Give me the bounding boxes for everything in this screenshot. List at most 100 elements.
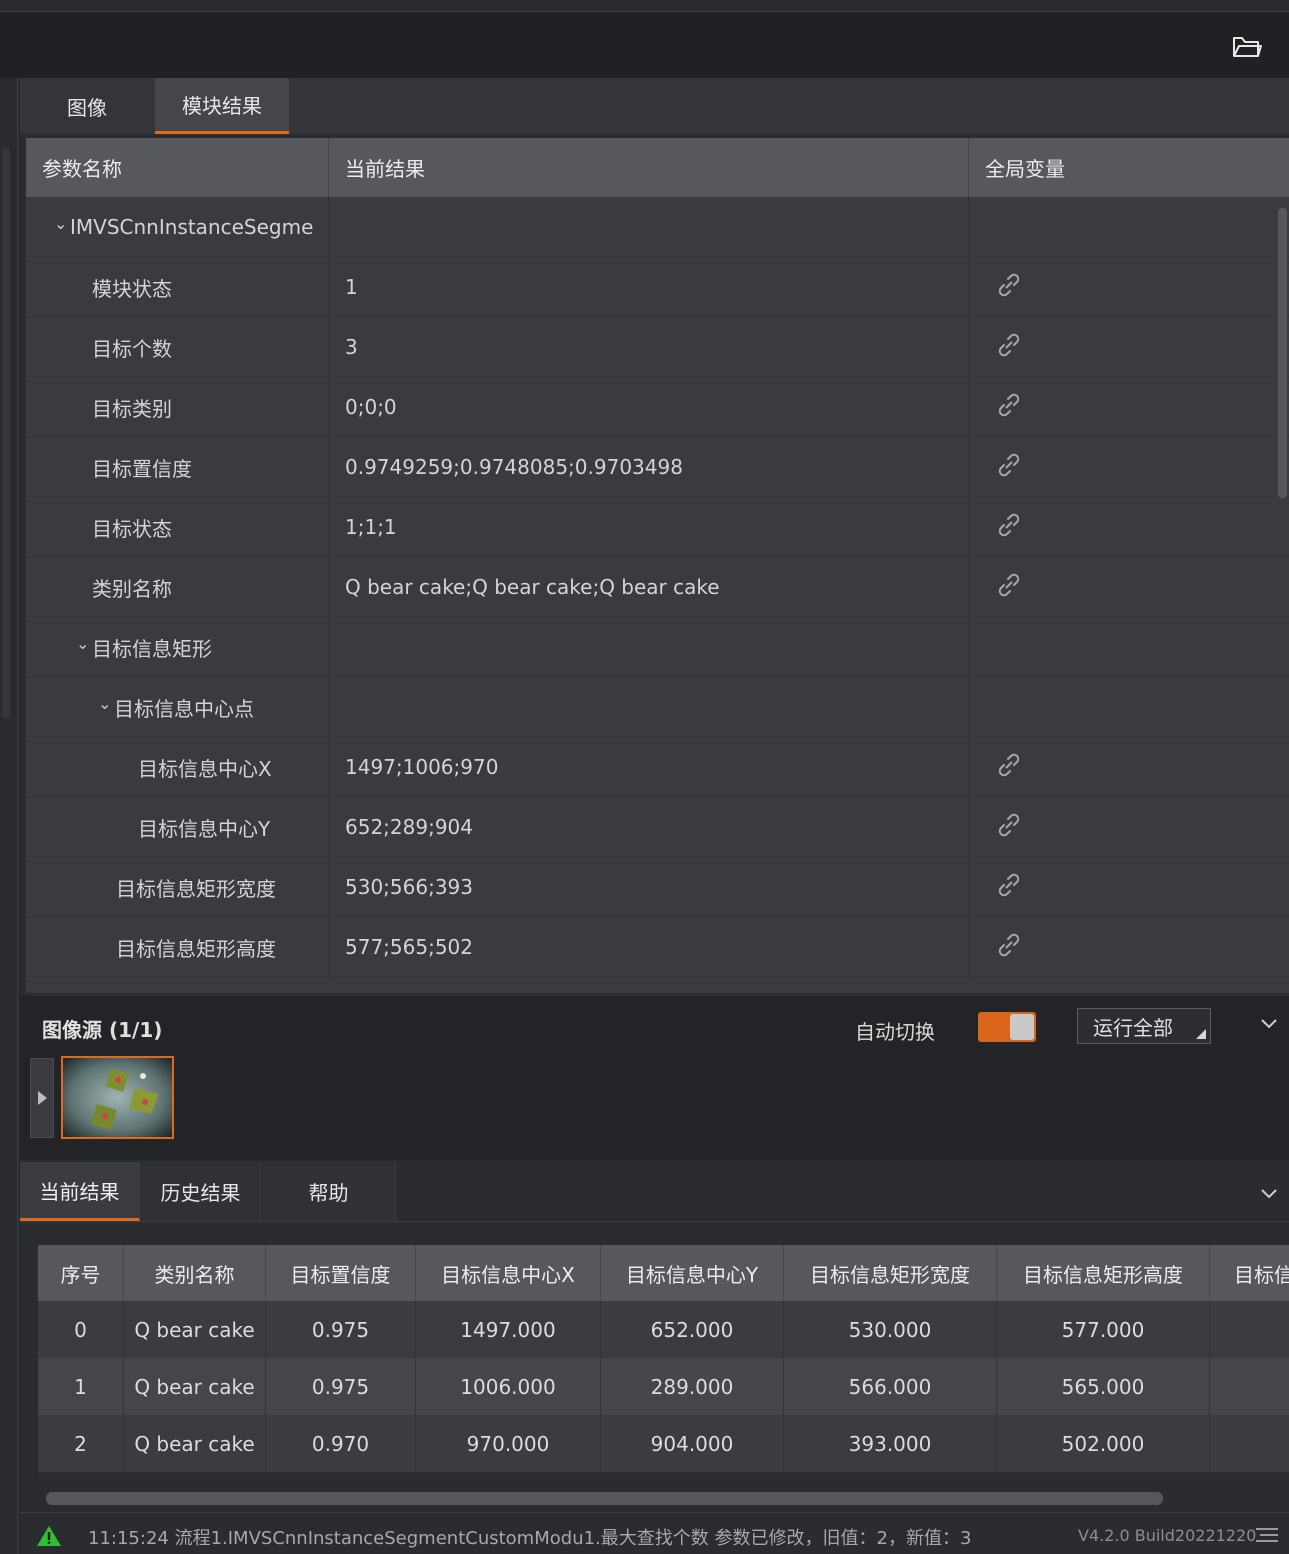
result-grid-header-cell[interactable]: 目标信息矩形高度 xyxy=(997,1245,1210,1301)
parameter-name-cell: 目标信息中心Y xyxy=(26,797,328,857)
parameter-name: IMVSCnnInstanceSegme xyxy=(70,215,314,239)
result-grid-cell: 502.000 xyxy=(997,1415,1210,1472)
parameter-value xyxy=(328,677,968,737)
run-all-dropdown[interactable]: 运行全部 xyxy=(1077,1008,1211,1044)
link-icon[interactable] xyxy=(995,751,1023,783)
parameter-name: 目标信息中心Y xyxy=(138,816,271,841)
result-grid-cell: 393.000 xyxy=(784,1415,997,1472)
link-icon[interactable] xyxy=(995,271,1023,303)
parameter-name-cell: 目标置信度 xyxy=(26,437,328,497)
thumbnail-expand-button[interactable] xyxy=(30,1058,54,1138)
result-grid-header-cell[interactable]: 目标信息中心X xyxy=(416,1245,601,1301)
result-view-tabs: 图像 模块结果 xyxy=(20,78,1289,134)
tab-current-results[interactable]: 当前结果 xyxy=(20,1162,140,1221)
link-icon[interactable] xyxy=(995,451,1023,483)
result-grid-row[interactable]: 2Q bear cake 0.970 970.000 904.000 393.000 50… xyxy=(38,1415,1289,1472)
expand-caret-icon[interactable]: ⌄ xyxy=(98,694,112,713)
header-current-result[interactable]: 当前结果 xyxy=(328,138,968,197)
tab-history-results[interactable]: 历史结果 xyxy=(141,1162,261,1221)
parameter-row[interactable]: 目标置信度 0.9749259;0.9748085;0.9703498 xyxy=(26,437,1289,497)
toggle-knob xyxy=(1010,1014,1034,1040)
parameter-row[interactable]: ⌄ IMVSCnnInstanceSegme xyxy=(26,197,1289,257)
parameter-table-scrollbar[interactable] xyxy=(1278,208,1287,498)
auto-switch-toggle[interactable] xyxy=(978,1012,1036,1042)
global-variable-cell xyxy=(968,557,1289,617)
open-folder-icon[interactable] xyxy=(1231,32,1263,60)
left-splitter[interactable] xyxy=(0,78,18,1554)
parameter-name: 目标信息矩形 xyxy=(92,636,212,661)
parameter-name-cell: 类别名称 xyxy=(26,557,328,617)
global-variable-cell xyxy=(968,197,1289,257)
parameter-value: 1497;1006;970 xyxy=(328,737,968,797)
result-grid-row[interactable]: 0Q bear cake 0.975 1497.000 652.000 530.000 5… xyxy=(38,1301,1289,1358)
result-grid: 序号 类别名称 目标置信度 目标信息中心X 目标信息中心Y 目标信息矩形宽度 目标信息矩形高… xyxy=(38,1245,1289,1480)
parameter-name-cell: ⌄ 目标信息矩形 xyxy=(26,617,328,677)
tab-module-results[interactable]: 模块结果 xyxy=(155,78,289,134)
status-bar: 11:15:24 流程1.IMVSCnnInstanceSegmentCusto… xyxy=(20,1512,1289,1554)
result-grid-cell xyxy=(1210,1415,1289,1472)
link-icon[interactable] xyxy=(995,871,1023,903)
parameter-name: 目标个数 xyxy=(92,336,172,361)
left-scroll-thumb[interactable] xyxy=(2,148,10,718)
collapse-chevron-icon[interactable] xyxy=(1258,1182,1280,1204)
parameter-row[interactable]: 目标信息矩形宽度 530;566;393 xyxy=(26,857,1289,917)
result-grid-row[interactable]: 1Q bear cake 0.975 1006.000 289.000 566.000 5… xyxy=(38,1358,1289,1415)
result-grid-header-cell[interactable]: 目标置信度 xyxy=(266,1245,416,1301)
link-icon[interactable] xyxy=(995,811,1023,843)
result-grid-header-cell[interactable]: 目标信 xyxy=(1210,1245,1289,1301)
result-grid-cell: 289.000 xyxy=(601,1358,784,1415)
global-variable-cell xyxy=(968,677,1289,737)
link-icon[interactable] xyxy=(995,511,1023,543)
expand-caret-icon[interactable]: ⌄ xyxy=(54,214,68,233)
parameter-table-header: 参数名称 当前结果 全局变量 xyxy=(26,138,1289,197)
result-grid-hscrollbar[interactable] xyxy=(46,1492,1163,1505)
parameter-row[interactable]: 模块状态 1 xyxy=(26,257,1289,317)
global-variable-cell xyxy=(968,617,1289,677)
result-grid-header-cell[interactable]: 目标信息中心Y xyxy=(601,1245,784,1301)
result-grid-header-cell[interactable]: 序号 xyxy=(38,1245,124,1301)
result-grid-header-cell[interactable]: 目标信息矩形宽度 xyxy=(784,1245,997,1301)
result-grid-cell: 1 xyxy=(38,1358,124,1415)
link-icon[interactable] xyxy=(995,931,1023,963)
link-icon[interactable] xyxy=(995,391,1023,423)
parameter-row[interactable]: 目标信息矩形高度 577;565;502 xyxy=(26,917,1289,977)
global-variable-cell xyxy=(968,797,1289,857)
log-menu-icon[interactable] xyxy=(1256,1526,1278,1544)
status-message: 11:15:24 流程1.IMVSCnnInstanceSegmentCusto… xyxy=(88,1528,972,1549)
global-variable-cell xyxy=(968,497,1289,557)
result-grid-cell: 652.000 xyxy=(601,1301,784,1358)
version-label: V4.2.0 Build20221220 xyxy=(1078,1526,1257,1545)
parameter-table: 参数名称 当前结果 全局变量 ⌄ IMVSCnnInstanceSegme 模块状态… xyxy=(26,138,1289,993)
parameter-row[interactable]: 目标信息中心X 1497;1006;970 xyxy=(26,737,1289,797)
parameter-row[interactable]: ⌄ 目标信息中心点 xyxy=(26,677,1289,737)
parameter-name-cell: ⌄ IMVSCnnInstanceSegme xyxy=(26,197,328,257)
parameter-row[interactable]: 目标类别 0;0;0 xyxy=(26,377,1289,437)
image-thumbnail[interactable] xyxy=(61,1056,174,1139)
parameter-name-cell: 目标状态 xyxy=(26,497,328,557)
result-grid-cell: 0.975 xyxy=(266,1358,416,1415)
parameter-row[interactable]: 目标个数 3 xyxy=(26,317,1289,377)
parameter-row[interactable]: ⌄ 目标信息矩形 xyxy=(26,617,1289,677)
bottom-result-tabs: 当前结果 历史结果 帮助 xyxy=(20,1162,1289,1222)
result-grid-cell: 566.000 xyxy=(784,1358,997,1415)
result-grid-cell: Q bear cake xyxy=(124,1358,266,1415)
tab-help[interactable]: 帮助 xyxy=(262,1162,396,1221)
collapse-chevron-icon[interactable] xyxy=(1258,1012,1280,1034)
result-grid-cell: 565.000 xyxy=(997,1358,1210,1415)
result-grid-header-cell[interactable]: 类别名称 xyxy=(124,1245,266,1301)
parameter-row[interactable]: 类别名称 Q bear cake;Q bear cake;Q bear cake xyxy=(26,557,1289,617)
parameter-name-cell: 目标信息矩形宽度 xyxy=(26,857,328,917)
tab-image[interactable]: 图像 xyxy=(40,78,134,134)
parameter-value: Q bear cake;Q bear cake;Q bear cake xyxy=(328,557,968,617)
header-global-variable[interactable]: 全局变量 xyxy=(968,138,1289,197)
link-icon[interactable] xyxy=(995,331,1023,363)
result-grid-cell: Q bear cake xyxy=(124,1301,266,1358)
parameter-row[interactable]: 目标状态 1;1;1 xyxy=(26,497,1289,557)
global-variable-cell xyxy=(968,917,1289,977)
parameter-value: 0;0;0 xyxy=(328,377,968,437)
parameter-name: 模块状态 xyxy=(92,276,172,301)
parameter-row[interactable]: 目标信息中心Y 652;289;904 xyxy=(26,797,1289,857)
link-icon[interactable] xyxy=(995,571,1023,603)
header-param-name[interactable]: 参数名称 xyxy=(26,138,328,197)
expand-caret-icon[interactable]: ⌄ xyxy=(76,634,90,653)
